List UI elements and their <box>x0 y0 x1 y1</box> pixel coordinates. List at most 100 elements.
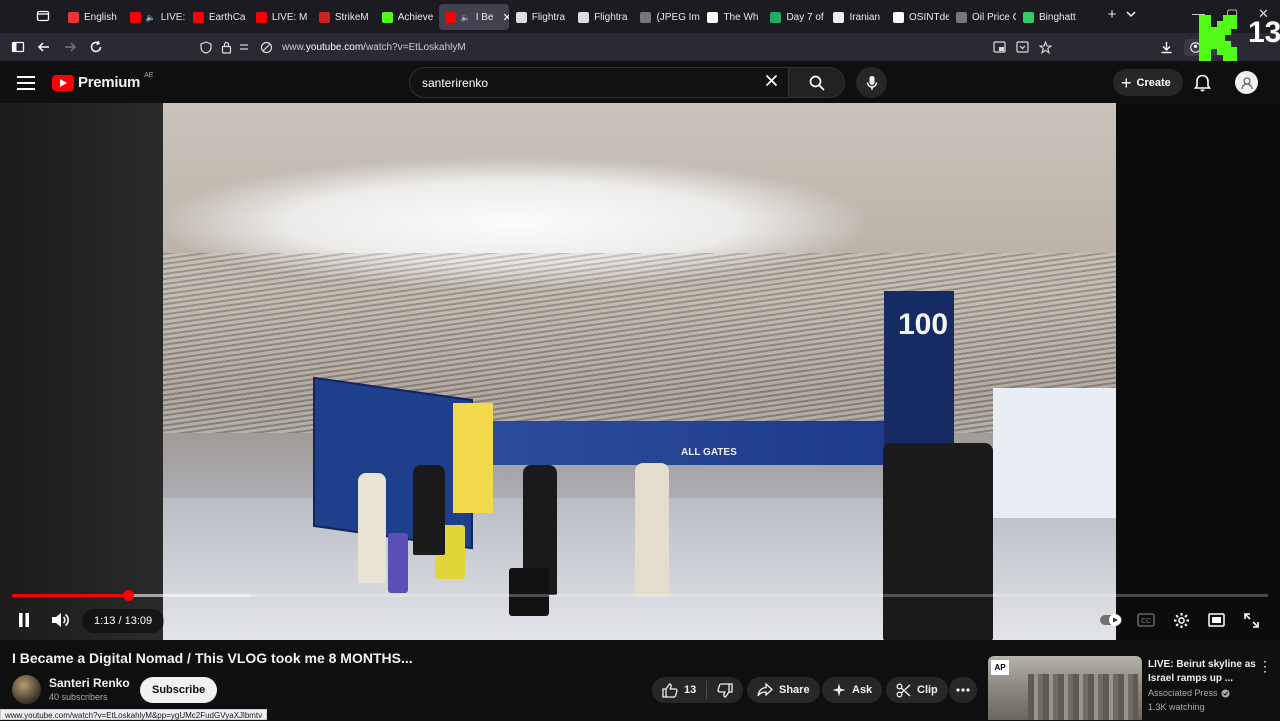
clip-button[interactable]: Clip <box>886 677 948 703</box>
yellow-panel <box>453 403 493 513</box>
reader-save-icon[interactable] <box>1012 41 1033 53</box>
browser-tab[interactable]: 🔈 LIVE: B <box>124 4 186 30</box>
new-tab-button[interactable]: + <box>1098 6 1126 23</box>
recommended-thumbnail[interactable]: AP <box>988 656 1142 720</box>
browser-tab[interactable]: LIVE: M <box>250 4 312 30</box>
search-button[interactable] <box>788 68 844 97</box>
tab-audio-icon[interactable]: 🔈 <box>461 13 471 22</box>
gate-number: 100 <box>898 308 949 341</box>
fullscreen-icon <box>1243 612 1259 628</box>
like-count: 13 <box>684 684 697 696</box>
youtube-premium-logo[interactable]: Premium AE <box>52 72 154 91</box>
tab-list: English 🔈 LIVE: B EarthCa LIVE: M StrikeM Achi… <box>62 4 1079 30</box>
pause-button[interactable] <box>14 609 34 631</box>
sidebar-toggle-icon[interactable] <box>5 34 31 60</box>
fullscreen-button[interactable] <box>1241 609 1261 631</box>
subtitles-button[interactable]: CC <box>1136 609 1156 631</box>
back-button[interactable] <box>31 34 57 60</box>
browser-tab[interactable]: Iranian <box>827 4 886 30</box>
close-tab-icon[interactable]: ✕ <box>502 11 508 24</box>
clear-search-icon[interactable] <box>754 74 788 92</box>
tab-title: Achieve <box>397 11 434 23</box>
browser-tab[interactable]: Binghatt <box>1017 4 1079 30</box>
browser-tab[interactable]: OSINTde <box>887 4 949 30</box>
avatar-icon <box>1240 76 1253 89</box>
tab-favicon-icon <box>192 11 204 23</box>
browser-tab[interactable]: Oil Price Ch <box>950 4 1016 30</box>
video-frame-airport-terminal[interactable]: ALL GATES 100 <box>163 103 1116 640</box>
ask-button[interactable]: Ask <box>822 677 883 703</box>
search-input[interactable]: santerirenko <box>410 76 754 90</box>
recommended-video[interactable]: AP LIVE: Beirut skyline as Israel ramps … <box>988 656 1280 720</box>
tab-title: Oil Price Ch <box>972 11 1016 23</box>
share-button[interactable]: Share <box>747 677 820 703</box>
tab-title: StrikeM <box>334 11 369 23</box>
subscriber-count: 40 subscribers <box>49 692 108 702</box>
notifications-bell-icon[interactable] <box>1193 73 1212 97</box>
browser-tab[interactable]: EarthCa <box>187 4 249 30</box>
bookmark-star-icon[interactable] <box>1035 40 1056 54</box>
tab-favicon-icon <box>640 11 652 23</box>
list-all-tabs-button[interactable] <box>1124 7 1138 26</box>
channel-avatar[interactable] <box>12 675 41 704</box>
like-dislike-group: 13 <box>652 677 744 703</box>
picture-in-picture-icon[interactable] <box>989 41 1010 53</box>
search-box[interactable]: santerirenko <box>409 67 845 98</box>
browser-tab[interactable]: English <box>62 4 123 30</box>
browser-tab[interactable]: Flightra <box>572 4 633 30</box>
video-player[interactable]: ALL GATES 100 1:13 / 13:09 CC <box>0 103 1280 640</box>
shield-icon[interactable] <box>196 40 216 54</box>
theater-mode-button[interactable] <box>1206 609 1226 631</box>
permissions-icon[interactable] <box>236 41 256 53</box>
share-icon <box>757 683 773 697</box>
tab-favicon-icon <box>318 11 330 23</box>
browser-tab[interactable]: 🔈 I Be ✕ <box>438 4 509 30</box>
traveler-person <box>413 465 445 555</box>
autoplay-toggle[interactable] <box>1098 609 1124 631</box>
all-gates-sign: ALL GATES <box>681 447 737 458</box>
autoplay-blocked-icon[interactable] <box>256 41 276 54</box>
recommended-channel[interactable]: Associated Press <box>1148 688 1230 698</box>
settings-button[interactable] <box>1171 609 1191 631</box>
browser-nav-bar: www.youtube.com/watch?v=EtLoskahlyM Si <box>0 33 1280 61</box>
account-avatar[interactable] <box>1235 71 1258 94</box>
voice-search-button[interactable] <box>856 67 887 98</box>
recommended-title[interactable]: LIVE: Beirut skyline as Israel ramps up … <box>1148 658 1266 686</box>
lock-icon[interactable] <box>216 41 236 54</box>
browser-tab[interactable]: Day 7 of <box>764 4 826 30</box>
browser-tab[interactable]: (JPEG Image <box>634 4 700 30</box>
like-button[interactable]: 13 <box>652 677 706 703</box>
forward-button[interactable] <box>57 34 83 60</box>
reload-button[interactable] <box>83 34 109 60</box>
downloads-icon[interactable] <box>1154 34 1180 60</box>
scissors-icon <box>896 683 911 697</box>
tab-favicon-icon <box>444 11 456 23</box>
more-actions-button[interactable] <box>949 677 977 703</box>
tab-title: Iranian <box>849 11 881 23</box>
kick-logo-overlay <box>1199 15 1239 61</box>
recommended-menu-icon[interactable]: ⋮ <box>1258 658 1272 675</box>
create-button[interactable]: + Create <box>1113 69 1183 96</box>
region-code: AE <box>144 72 154 79</box>
progress-bar[interactable] <box>12 590 1268 601</box>
tab-favicon-icon <box>707 11 719 23</box>
browser-tab[interactable]: Achieve <box>376 4 438 30</box>
browser-tab[interactable]: The Wh <box>701 4 763 30</box>
url-bar[interactable]: www.youtube.com/watch?v=EtLoskahlyM <box>196 35 1056 59</box>
checkin-area <box>993 388 1116 518</box>
url-text[interactable]: www.youtube.com/watch?v=EtLoskahlyM <box>282 42 466 53</box>
tab-audio-icon[interactable]: 🔈 <box>146 13 156 22</box>
tab-overview-icon[interactable] <box>36 9 50 28</box>
played-bar <box>12 594 129 597</box>
tab-title: OSINTde <box>909 11 950 23</box>
channel-name[interactable]: Santeri Renko <box>49 676 130 690</box>
guide-menu-button[interactable] <box>16 73 36 91</box>
autoplay-toggle-icon <box>1100 614 1122 626</box>
browser-tab[interactable]: StrikeM <box>313 4 375 30</box>
dislike-button[interactable] <box>707 677 743 703</box>
subscribe-button[interactable]: Subscribe <box>140 677 218 703</box>
player-right-ambient <box>1116 103 1280 640</box>
browser-tab[interactable]: Flightra <box>510 4 571 30</box>
volume-button[interactable] <box>50 609 72 631</box>
tab-favicon-icon <box>68 11 79 23</box>
